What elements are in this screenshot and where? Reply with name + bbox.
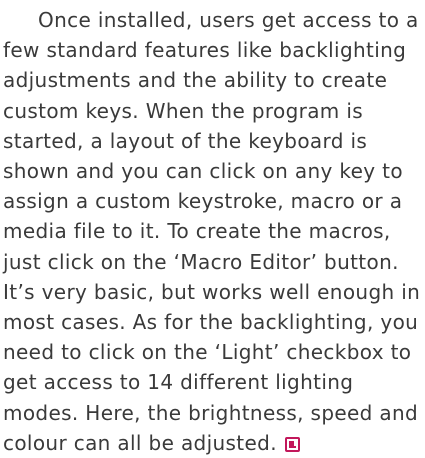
article-body: Once installed, users get access to a fe… — [0, 0, 425, 458]
article-end-icon — [284, 436, 300, 452]
paragraph-text: Once installed, users get access to a fe… — [3, 8, 421, 455]
article-paragraph: Once installed, users get access to a fe… — [3, 5, 425, 458]
